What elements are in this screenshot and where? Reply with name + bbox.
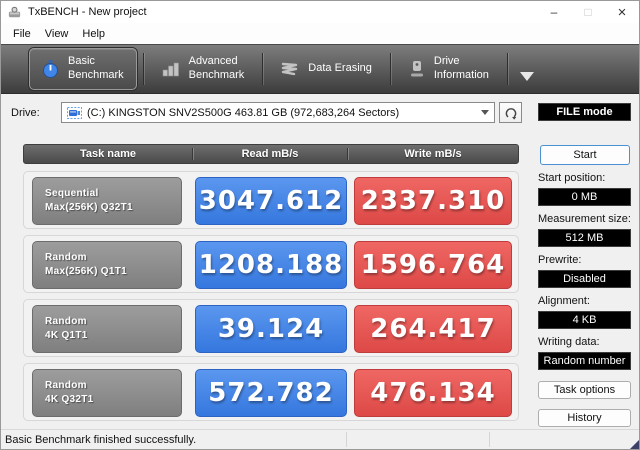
settings-sidebar: Start position: 0 MB Measurement size: 5… — [538, 165, 631, 427]
drive-row: Drive: (C:) KINGSTON SNV2S500G 463.81 GB… — [11, 102, 522, 123]
task-name-line1: Random — [45, 252, 87, 263]
task-options-button[interactable]: Task options — [538, 381, 631, 399]
task-button-random-4k-q32t1[interactable]: Random 4K Q32T1 — [32, 369, 182, 417]
column-header-write: Write mB/s — [347, 148, 518, 160]
erase-scribble-icon — [282, 62, 298, 76]
table-row: Random Max(256K) Q1T1 1208.188 1596.764 — [23, 235, 519, 293]
task-button-sequential-q32t1[interactable]: Sequential Max(256K) Q32T1 — [32, 177, 182, 225]
menu-help[interactable]: Help — [75, 26, 112, 42]
tab-basic-benchmark[interactable]: Basic Benchmark — [29, 48, 137, 90]
chevron-down-icon — [519, 71, 534, 81]
tab-label-line1: Drive — [433, 55, 460, 68]
status-message: Basic Benchmark finished successfully. — [5, 433, 197, 446]
statusbar: Basic Benchmark finished successfully. — [1, 429, 639, 449]
tab-label-line2: Benchmark — [188, 69, 245, 81]
tab-label-line1: Basic — [68, 55, 95, 68]
menu-file[interactable]: File — [6, 26, 38, 42]
refresh-icon — [505, 107, 516, 120]
bar-chart-icon — [162, 62, 179, 77]
refresh-drives-button[interactable] — [499, 102, 522, 123]
write-result-value: 1596.764 — [354, 241, 512, 289]
window-title: TxBENCH - New project — [28, 6, 147, 18]
measurement-size-value[interactable]: 512 MB — [538, 229, 631, 247]
tab-drive-information[interactable]: Drive Information — [397, 48, 501, 90]
toolbar-divider — [142, 53, 144, 85]
start-position-label: Start position: — [538, 172, 606, 184]
disk-icon — [67, 106, 82, 119]
task-name-line1: Random — [45, 380, 87, 391]
tab-data-erasing[interactable]: Data Erasing — [269, 48, 384, 90]
app-icon — [8, 6, 21, 17]
tab-label-line2: Benchmark — [68, 69, 124, 81]
column-header-read: Read mB/s — [192, 148, 347, 160]
drive-select[interactable]: (C:) KINGSTON SNV2S500G 463.81 GB (972,6… — [61, 102, 495, 123]
toolbar: Basic Benchmark Advanced Benchmark Data … — [1, 44, 639, 94]
writing-data-label: Writing data: — [538, 336, 600, 348]
task-name-line1: Random — [45, 316, 87, 327]
write-result-value: 2337.310 — [354, 177, 512, 225]
toolbar-divider — [389, 53, 391, 85]
drive-selected-text: (C:) KINGSTON SNV2S500G 463.81 GB (972,6… — [87, 106, 400, 119]
history-button[interactable]: History — [538, 409, 631, 427]
results-table-header: Task name Read mB/s Write mB/s — [23, 144, 519, 164]
column-header-task-name: Task name — [79, 148, 137, 160]
stopwatch-icon — [43, 59, 58, 78]
menubar: File View Help — [1, 23, 639, 44]
task-button-random-q1t1[interactable]: Random Max(256K) Q1T1 — [32, 241, 182, 289]
menu-view[interactable]: View — [38, 26, 76, 42]
drive-label: Drive: — [11, 106, 40, 119]
task-name-line2: Max(256K) Q32T1 — [45, 202, 133, 213]
table-row: Sequential Max(256K) Q32T1 3047.612 2337… — [23, 171, 519, 229]
tab-label-line2: Information — [433, 69, 489, 81]
tab-label-line1: Data Erasing — [308, 62, 372, 75]
start-button[interactable]: Start — [540, 145, 630, 165]
measurement-size-label: Measurement size: — [538, 213, 631, 225]
alignment-label: Alignment: — [538, 295, 590, 307]
task-name-line2: 4K Q32T1 — [45, 394, 94, 405]
task-name-line2: 4K Q1T1 — [45, 330, 88, 341]
prewrite-label: Prewrite: — [538, 254, 582, 266]
task-name-line1: Sequential — [45, 188, 99, 199]
prewrite-value[interactable]: Disabled — [538, 270, 631, 288]
tab-advanced-benchmark[interactable]: Advanced Benchmark — [150, 48, 257, 90]
writing-data-value[interactable]: Random number — [538, 352, 631, 370]
statusbar-divider — [489, 432, 490, 447]
read-result-value: 39.124 — [195, 305, 347, 353]
tab-label-line1: Advanced — [188, 55, 238, 68]
minimize-button[interactable]: – — [537, 1, 571, 23]
table-row: Random 4K Q32T1 572.782 476.134 — [23, 363, 519, 421]
main-content: Drive: (C:) KINGSTON SNV2S500G 463.81 GB… — [1, 94, 639, 429]
app-window: TxBENCH - New project – □ × File View He… — [0, 0, 640, 450]
table-row: Random 4K Q1T1 39.124 264.417 — [23, 299, 519, 357]
start-position-value[interactable]: 0 MB — [538, 188, 631, 206]
task-name-line2: Max(256K) Q1T1 — [45, 266, 128, 277]
read-result-value: 572.782 — [195, 369, 347, 417]
toolbar-divider — [262, 53, 264, 85]
toolbar-divider — [506, 53, 508, 85]
titlebar: TxBENCH - New project – □ × — [1, 1, 639, 23]
resize-grip[interactable] — [630, 440, 639, 449]
read-result-value: 1208.188 — [195, 241, 347, 289]
chevron-down-icon — [481, 110, 489, 115]
maximize-button[interactable]: □ — [571, 1, 605, 23]
statusbar-divider — [346, 432, 347, 447]
task-button-random-4k-q1t1[interactable]: Random 4K Q1T1 — [32, 305, 182, 353]
file-mode-button[interactable]: FILE mode — [538, 103, 631, 121]
read-result-value: 3047.612 — [195, 177, 347, 225]
close-button[interactable]: × — [605, 1, 639, 23]
write-result-value: 264.417 — [354, 305, 512, 353]
toolbar-overflow-button[interactable] — [514, 48, 540, 90]
write-result-value: 476.134 — [354, 369, 512, 417]
alignment-value[interactable]: 4 KB — [538, 311, 631, 329]
drive-icon — [410, 61, 423, 77]
